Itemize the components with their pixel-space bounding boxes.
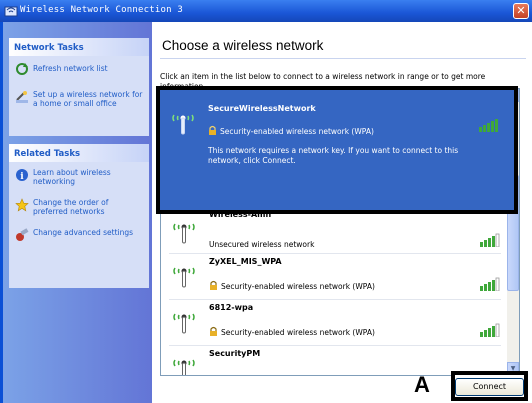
network-item[interactable]: ZyXEL_MIS_WPA Security-enabled wireless … <box>161 255 509 299</box>
window-title: Wireless Network Connection 3 <box>20 5 183 15</box>
wireless-connection-icon <box>4 6 18 17</box>
close-button[interactable]: ✕ <box>513 3 529 19</box>
task-learn-wireless[interactable]: i Learn about wireless networking <box>9 168 149 194</box>
network-name: ZyXEL_MIS_WPA <box>209 257 282 266</box>
lock-icon <box>210 326 217 336</box>
settings-icon <box>16 228 29 241</box>
signal-strength-icon <box>480 323 500 337</box>
selected-network-item[interactable]: SecureWirelessNetwork Security-enabled w… <box>156 86 518 214</box>
network-status: Security-enabled wireless network (WPA) <box>221 282 375 291</box>
title-bar: Wireless Network Connection 3 ✕ <box>0 0 532 22</box>
task-pane: Network Tasks Refresh network list Set u… <box>0 22 152 403</box>
lock-icon <box>210 280 217 290</box>
network-name: 6812-wpa <box>209 303 254 312</box>
callout-label: A <box>414 372 430 397</box>
network-status: Security-enabled wireless network (WPA) <box>220 127 374 136</box>
wireless-antenna-icon <box>173 313 195 334</box>
task-change-order[interactable]: Change the order of preferred networks <box>9 198 149 224</box>
lock-icon <box>209 125 216 135</box>
list-separator <box>169 299 501 300</box>
task-setup-label: Set up a wireless network for a home or … <box>33 90 143 108</box>
task-change-order-label: Change the order of preferred networks <box>33 198 109 216</box>
network-name: SecurityPM <box>209 349 261 358</box>
signal-strength-icon <box>480 277 500 291</box>
connect-button[interactable]: Connect <box>455 378 524 396</box>
wireless-antenna-icon <box>173 359 195 375</box>
list-separator <box>169 345 501 346</box>
signal-strength-icon <box>480 233 500 247</box>
wireless-antenna-icon <box>173 267 195 288</box>
network-item[interactable]: 6812-wpa Security-enabled wireless netwo… <box>161 301 509 345</box>
setup-wizard-icon <box>16 91 28 103</box>
network-description: This network requires a network key. If … <box>208 146 459 165</box>
task-change-advanced-label: Change advanced settings <box>33 228 134 237</box>
task-setup-wireless-network[interactable]: Set up a wireless network for a home or … <box>9 90 149 108</box>
info-icon: i <box>16 169 28 182</box>
related-tasks-panel: Related Tasks i Learn about wireless net… <box>9 144 149 288</box>
signal-strength-icon <box>479 119 498 132</box>
network-tasks-title: Network Tasks <box>9 38 149 56</box>
network-name: SecureWirelessNetwork <box>208 104 316 113</box>
task-change-advanced[interactable]: Change advanced settings <box>9 228 149 241</box>
task-refresh-label: Refresh network list <box>33 64 108 73</box>
network-item[interactable]: Wireless-Amn Unsecured wireless network <box>161 210 509 253</box>
network-status: Unsecured wireless network <box>209 240 315 249</box>
task-learn-label: Learn about wireless networking <box>33 168 111 186</box>
close-icon: ✕ <box>516 4 526 17</box>
wireless-antenna-icon <box>173 223 195 244</box>
wireless-antenna-icon <box>172 114 194 135</box>
star-icon <box>15 198 29 212</box>
task-refresh-network-list[interactable]: Refresh network list <box>9 62 149 84</box>
svg-text:i: i <box>20 172 24 182</box>
related-tasks-title: Related Tasks <box>9 144 149 162</box>
heading-divider <box>160 58 526 59</box>
refresh-icon <box>16 63 28 75</box>
page-title: Choose a wireless network <box>162 38 324 53</box>
network-status: Security-enabled wireless network (WPA) <box>221 328 375 337</box>
list-separator <box>169 253 501 254</box>
network-tasks-panel: Network Tasks Refresh network list Set u… <box>9 38 149 136</box>
